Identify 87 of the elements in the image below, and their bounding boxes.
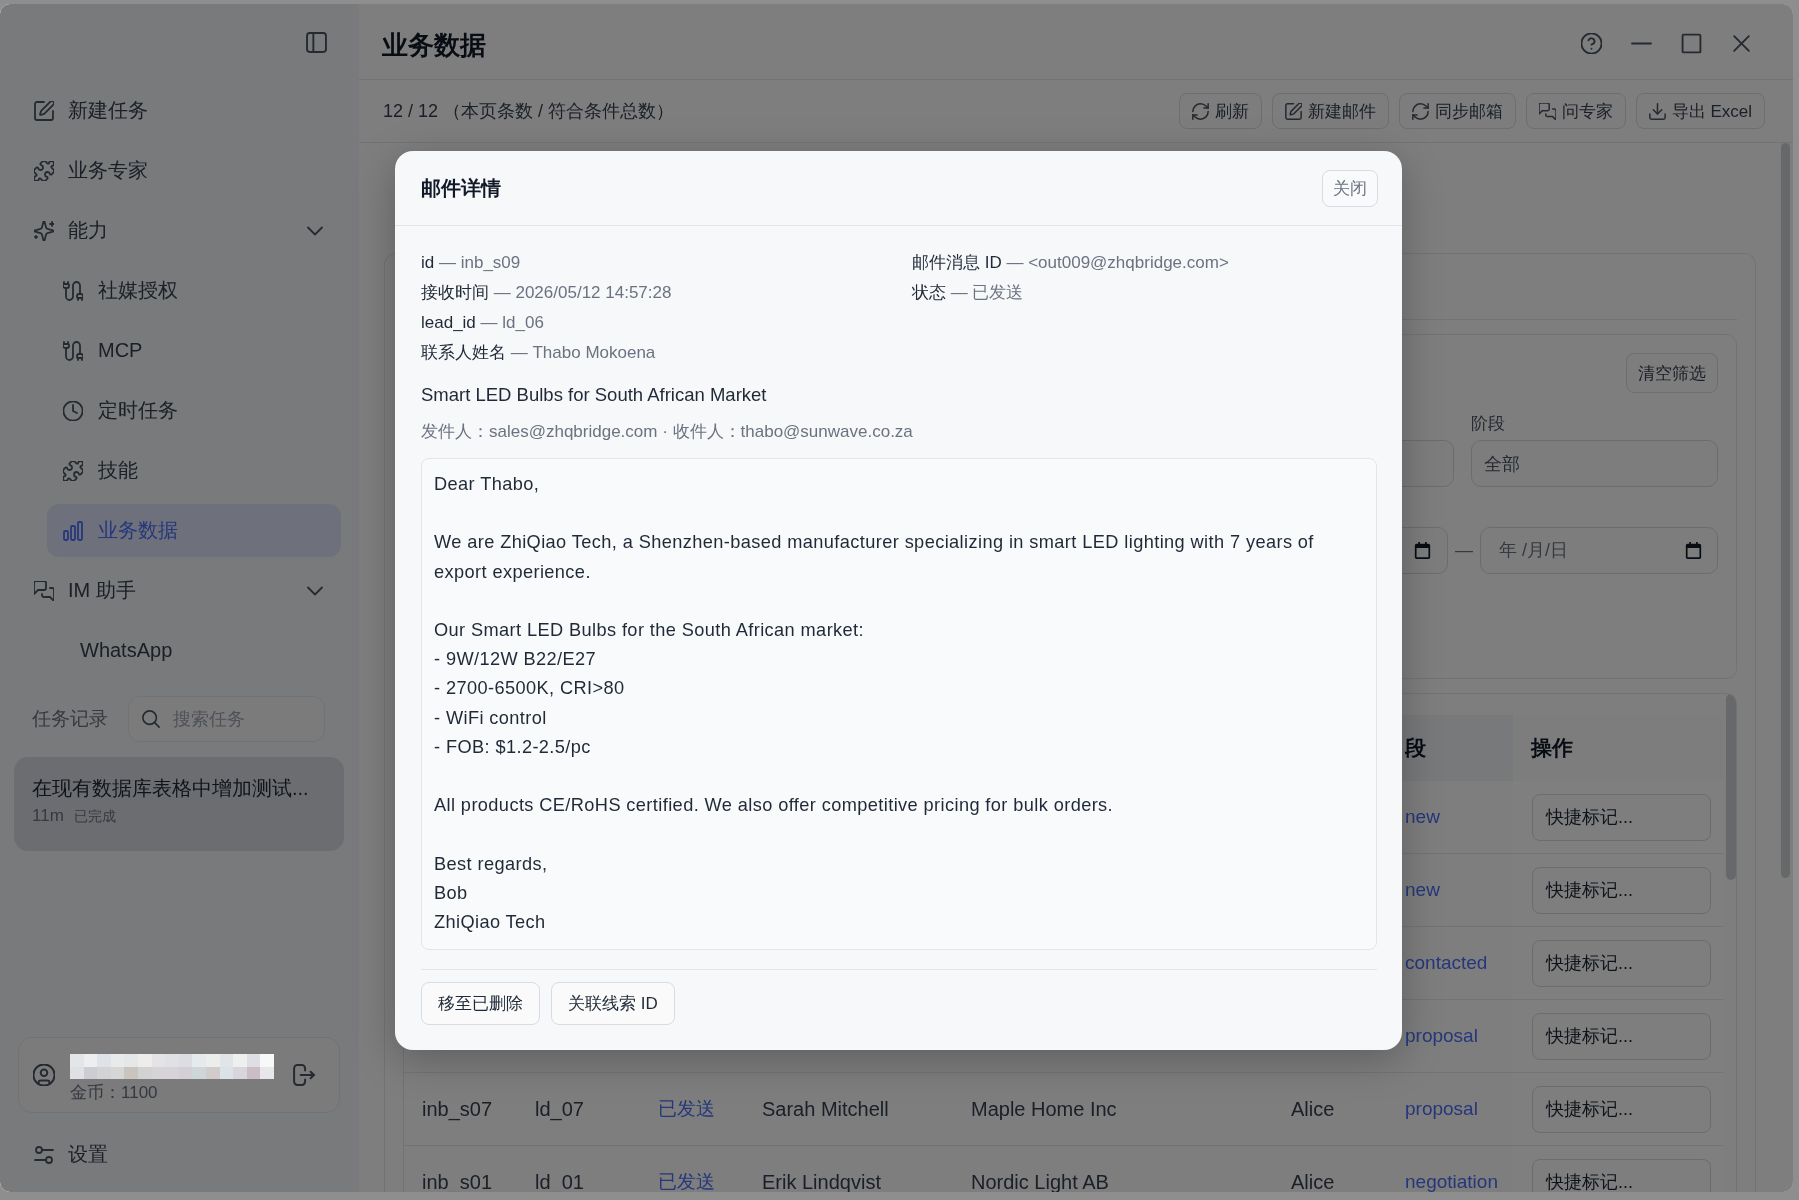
table-cell: Maple Home Inc	[971, 1097, 1117, 1121]
help-icon[interactable]	[1581, 33, 1602, 54]
logout-icon[interactable]	[293, 1064, 315, 1086]
stage-link[interactable]: new	[1405, 879, 1440, 901]
table-cell: inb_s07	[422, 1097, 493, 1121]
record-count: 12 / 12 （本页条数 / 符合条件总数）	[383, 100, 675, 123]
calendar-icon	[1414, 542, 1431, 559]
field-label: 阶段	[1471, 414, 1506, 434]
detail-field: 状态 — 已发送	[912, 278, 1377, 308]
puzzle-icon	[34, 160, 54, 181]
table-cell: Alice	[1291, 1097, 1335, 1121]
stage-link[interactable]: negotiation	[1405, 1171, 1498, 1192]
quick-mark-select[interactable]: 快捷标记...	[1532, 1158, 1711, 1192]
chat-bubbles-icon	[1538, 102, 1556, 120]
stage-link[interactable]: proposal	[1405, 1098, 1478, 1120]
bar-chart-icon	[63, 520, 83, 541]
task-title: 在现有数据库表格中增加测试...	[32, 776, 310, 801]
sidebar-item[interactable]: WhatsApp	[47, 624, 341, 677]
quick-mark-select[interactable]: 快捷标记...	[1532, 1012, 1711, 1060]
sidebar-toggle-icon[interactable]	[306, 32, 327, 53]
email-subject: Smart LED Bulbs for South African Market	[421, 383, 768, 407]
refresh-icon	[1191, 102, 1209, 120]
table-cell: Nordic Light AB	[971, 1170, 1109, 1192]
stage-link[interactable]: contacted	[1405, 952, 1488, 974]
plug-icon	[63, 280, 83, 301]
toolbar-button[interactable]: 问专家	[1525, 93, 1626, 129]
status-link[interactable]: 已发送	[658, 1096, 715, 1122]
user-icon	[33, 1064, 55, 1086]
toolbar-button[interactable]: 刷新	[1178, 93, 1262, 129]
sidebar-item[interactable]: 新建任务	[18, 84, 341, 137]
plug-icon	[63, 340, 83, 361]
stage-link[interactable]: proposal	[1405, 1025, 1478, 1047]
section-label: 任务记录	[32, 707, 108, 731]
sidebar-item[interactable]: 业务专家	[18, 144, 341, 197]
toolbar-button[interactable]: 同步邮箱	[1398, 93, 1516, 129]
settings-item[interactable]: 设置	[18, 1128, 341, 1181]
calendar-icon	[1685, 542, 1702, 559]
table-cell: ld_07	[535, 1097, 584, 1121]
close-icon[interactable]	[1731, 33, 1752, 54]
refresh-icon	[1411, 102, 1429, 120]
date-field[interactable]: 年 /月/日	[1480, 527, 1718, 574]
sidebar-item[interactable]: 社媒授权	[47, 264, 341, 317]
date-separator: —	[1454, 540, 1474, 561]
dialog-button[interactable]: 关联线索 ID	[551, 982, 675, 1025]
email-body-text: Dear Thabo, We are ZhiQiao Tech, a Shenzhen-based manufacturer specializing in smart LED lighting with 7 years of export experience. Our Smart LED Bulbs for the South African market: - 9W/12W B22/E27 - 2700-6500K, CRI>80 - WiFi control - FOB: $1.2-2.5/pc All products CE/RoHS certified. We also offer competitive pricing for bulk orders. Best regards, Bob ZhiQiao Tech	[421, 458, 1377, 950]
table-cell: Alice	[1291, 1170, 1335, 1192]
dialog-button[interactable]: 移至已删除	[421, 982, 540, 1025]
sliders-icon	[34, 1144, 54, 1165]
stage-link[interactable]: new	[1405, 806, 1440, 828]
sidebar-item[interactable]: 定时任务	[47, 384, 341, 437]
sidebar-item[interactable]: 能力	[18, 204, 341, 257]
toolbar-button[interactable]: 导出 Excel	[1635, 93, 1765, 129]
quick-mark-select[interactable]: 快捷标记...	[1532, 866, 1711, 914]
pencil-square-icon	[34, 100, 54, 121]
sidebar-item[interactable]: 技能	[47, 444, 341, 497]
table-cell: Sarah Mitchell	[762, 1097, 889, 1121]
sidebar-item[interactable]: MCP	[47, 324, 341, 377]
maximize-icon[interactable]	[1681, 33, 1702, 54]
quick-mark-select[interactable]: 快捷标记...	[1532, 939, 1711, 987]
clock-icon	[63, 400, 83, 421]
detail-field: lead_id — ld_06	[421, 308, 912, 338]
detail-field: 联系人姓名 — Thabo Mokoena	[421, 338, 912, 368]
download-icon	[1648, 102, 1666, 120]
pencil-square-icon	[1284, 102, 1302, 120]
sparkles-icon	[34, 220, 54, 241]
table-cell: Erik Lindqvist	[762, 1170, 881, 1192]
clear-filters-button[interactable]: 清空筛选	[1626, 353, 1718, 393]
detail-field: 接收时间 — 2026/05/12 14:57:28	[421, 278, 912, 308]
page-title: 业务数据	[382, 29, 486, 62]
coin-balance: 金币：1100	[70, 1082, 159, 1104]
close-button[interactable]: 关闭	[1322, 169, 1378, 207]
detail-field: id — inb_s09	[421, 248, 912, 278]
toolbar-button[interactable]: 新建邮件	[1271, 93, 1389, 129]
detail-field: 邮件消息 ID — <out009@zhqbridge.com>	[912, 248, 1377, 278]
dialog-title: 邮件详情	[421, 175, 501, 201]
status-link[interactable]: 已发送	[658, 1169, 715, 1192]
search-icon	[142, 710, 160, 728]
quick-mark-select[interactable]: 快捷标记...	[1532, 793, 1711, 841]
table-cell: inb_s01	[422, 1170, 493, 1192]
sidebar-item[interactable]: 业务数据	[47, 504, 341, 557]
chat-bubbles-icon	[34, 580, 54, 601]
puzzle-icon	[63, 460, 83, 481]
quick-mark-select[interactable]: 快捷标记...	[1532, 1085, 1711, 1133]
stage-select[interactable]: 全部	[1471, 440, 1718, 487]
table-cell: ld_01	[535, 1170, 584, 1192]
sidebar-item[interactable]: IM 助手	[18, 564, 341, 617]
email-addresses: 发件人：sales@zhqbridge.com · 收件人：thabo@sunwave.co.za	[421, 421, 914, 443]
